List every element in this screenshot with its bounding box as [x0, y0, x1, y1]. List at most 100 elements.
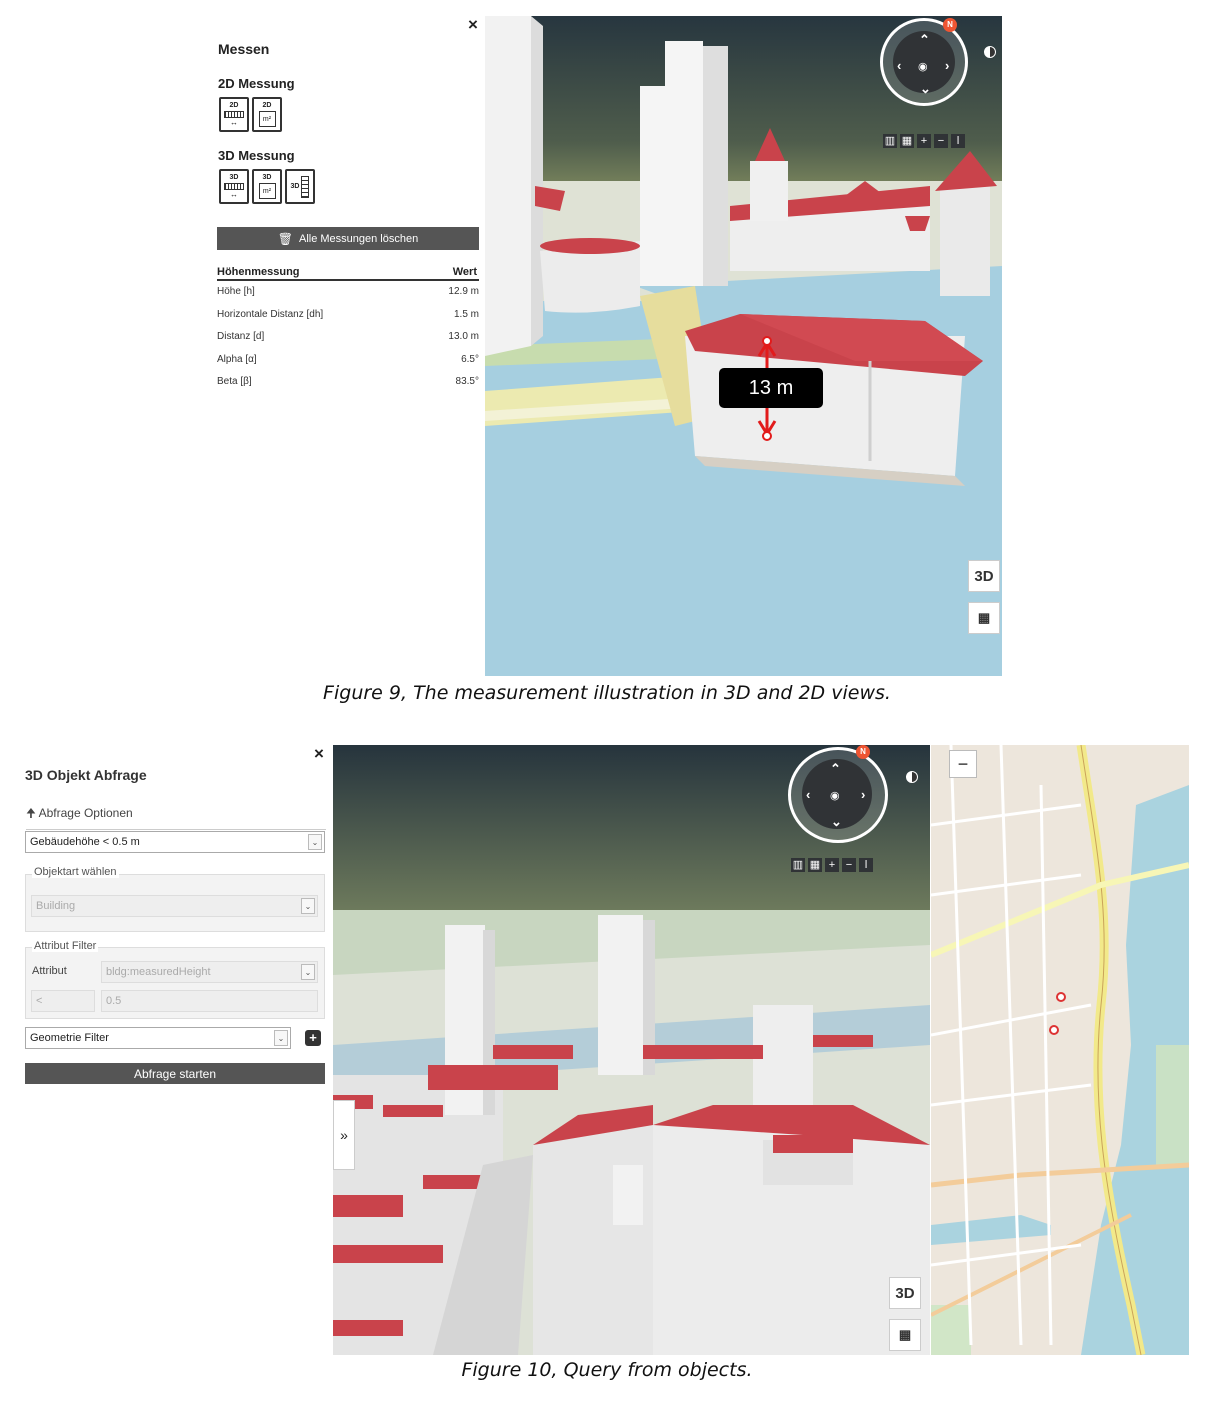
contrast-toggle-icon[interactable] — [984, 46, 996, 58]
building — [533, 1125, 653, 1355]
geometry-filter-select[interactable]: Geometrie Filter ⌄ — [25, 1027, 291, 1049]
tower — [753, 1005, 813, 1115]
zoom-out-icon[interactable]: − — [934, 134, 948, 148]
3d-height-button[interactable]: 3D — [285, 169, 315, 204]
building — [531, 16, 543, 346]
chevron-up-icon[interactable]: ⌃ — [830, 762, 841, 775]
arrow-up-icon: 🠉 — [26, 806, 36, 820]
row-name: Alpha [α] — [217, 353, 257, 365]
section-2d-heading: 2D Messung — [218, 76, 295, 91]
row-value: 1.5 m — [453, 308, 479, 320]
operator-input[interactable]: < — [31, 990, 95, 1012]
roof — [333, 1195, 403, 1217]
chevron-up-icon[interactable]: ⌃ — [919, 33, 930, 46]
poi-marker[interactable] — [1049, 1025, 1059, 1035]
3d-toggle-button[interactable]: 3D — [968, 560, 1000, 592]
attribute-select[interactable]: bldg:measuredHeight ⌄ — [101, 961, 318, 983]
header-name: Höhenmessung — [217, 266, 300, 278]
eye-icon[interactable]: ◉ — [918, 60, 928, 73]
attribute-filter-legend: Attribut Filter — [32, 940, 99, 952]
object-type-select[interactable]: Building ⌄ — [31, 895, 318, 917]
area-icon: m² — [258, 183, 276, 199]
tool-tag: 3D — [290, 183, 300, 190]
2d-distance-button[interactable]: 2D ↔ — [219, 97, 249, 132]
attribute-value: bldg:measuredHeight — [106, 966, 211, 978]
chevron-down-icon[interactable]: ⌄ — [831, 815, 842, 828]
row-name: Höhe [h] — [217, 286, 255, 297]
header-value: Wert — [452, 266, 477, 278]
2d-map — [931, 745, 1189, 1355]
figure-9-caption: Figure 9, The measurement illustration i… — [323, 682, 891, 704]
scene-toolbar: ▥ ▦ + − ǀ — [791, 858, 873, 872]
close-panel-icon[interactable]: × — [468, 16, 484, 34]
measurement-table: Höhenmessung Wert Höhe [h] 12.9 m Horizon… — [217, 266, 479, 394]
close-panel-icon[interactable]: × — [314, 745, 330, 763]
row-value: 13.0 m — [448, 331, 479, 342]
tool-tag: 2D — [262, 102, 272, 109]
roof — [813, 1035, 873, 1047]
eye-icon[interactable]: ◉ — [830, 789, 840, 802]
object-type-value: Building — [36, 900, 76, 912]
roof — [493, 1045, 573, 1059]
park — [1156, 1045, 1189, 1165]
3d-map-view[interactable]: » ⌃ ⌄ ‹ › ◉ N ▥ ▦ + − ǀ 3D ▦ — [333, 745, 930, 1355]
threshold-value: 0.5 — [106, 995, 122, 1007]
perspective-icon[interactable]: ▥ — [883, 134, 897, 148]
chevron-down-icon: ⌄ — [308, 834, 322, 850]
expand-panel-button[interactable]: » — [333, 1100, 355, 1170]
section-3d-heading: 3D Messung — [218, 148, 295, 163]
zoom-out-button[interactable]: − — [949, 750, 977, 778]
chevron-down-icon: ⌄ — [301, 964, 315, 980]
layers-grid-button[interactable]: ▦ — [889, 1319, 921, 1351]
zoom-in-icon[interactable]: + — [917, 134, 931, 148]
poi-marker[interactable] — [1056, 992, 1066, 1002]
object-type-legend: Objektart wählen — [32, 866, 119, 878]
pedestrian-icon[interactable]: ǀ — [859, 858, 873, 872]
trash-icon: 🗑 — [277, 231, 293, 246]
pedestrian-icon[interactable]: ǀ — [951, 134, 965, 148]
roof — [540, 238, 640, 254]
zoom-out-icon[interactable]: − — [842, 858, 856, 872]
row-name: Beta [β] — [217, 376, 252, 387]
3d-toggle-button[interactable]: 3D — [889, 1277, 921, 1309]
building — [750, 161, 788, 221]
add-filter-button[interactable]: + — [305, 1030, 321, 1046]
layers-grid-button[interactable]: ▦ — [968, 602, 1000, 634]
chevron-right-icon[interactable]: › — [861, 788, 865, 801]
chevron-right-icon[interactable]: › — [945, 59, 949, 72]
measure-point[interactable] — [762, 336, 772, 346]
contrast-toggle-icon[interactable] — [906, 771, 918, 783]
table-row: Beta [β] 83.5° — [217, 371, 479, 394]
zoom-in-icon[interactable]: + — [825, 858, 839, 872]
3d-distance-button[interactable]: 3D ↔ — [219, 169, 249, 204]
chevron-down-icon[interactable]: ⌄ — [920, 82, 931, 95]
tower — [598, 915, 643, 1075]
north-indicator-icon: N — [856, 745, 870, 759]
chevron-left-icon[interactable]: ‹ — [897, 59, 901, 72]
grid-icon[interactable]: ▦ — [808, 858, 822, 872]
building — [665, 41, 703, 286]
3d-map-view[interactable]: 13 m ⌃ ⌄ ‹ › ◉ N ▥ ▦ + − ǀ 3D ▦ — [485, 16, 1002, 676]
threshold-input[interactable]: 0.5 — [101, 990, 318, 1012]
roof — [773, 1135, 853, 1153]
delete-all-measurements-button[interactable]: 🗑 Alle Messungen löschen — [217, 227, 479, 250]
row-value: 6.5° — [461, 353, 479, 365]
row-name: Distanz [d] — [217, 331, 265, 342]
row-value: 83.5° — [455, 376, 479, 387]
grid-icon[interactable]: ▦ — [900, 134, 914, 148]
3d-area-button[interactable]: 3D m² — [252, 169, 282, 204]
roof — [333, 1245, 443, 1263]
scene-toolbar: ▥ ▦ + − ǀ — [883, 134, 965, 148]
perspective-icon[interactable]: ▥ — [791, 858, 805, 872]
2d-map-view[interactable]: − — [931, 745, 1189, 1355]
roof — [428, 1065, 558, 1090]
measure-point[interactable] — [762, 431, 772, 441]
table-row: Distanz [d] 13.0 m — [217, 326, 479, 349]
2d-area-button[interactable]: 2D m² — [252, 97, 282, 132]
chevron-left-icon[interactable]: ‹ — [806, 788, 810, 801]
query-preset-select[interactable]: Gebäudehöhe < 0.5 m ⌄ — [25, 831, 325, 853]
table-header: Höhenmessung Wert — [217, 266, 479, 281]
start-query-button[interactable]: Abfrage starten — [25, 1063, 325, 1084]
query-options-toggle[interactable]: 🠉 Abfrage Optionen — [26, 804, 326, 830]
double-arrow-icon: ↔ — [230, 190, 238, 199]
